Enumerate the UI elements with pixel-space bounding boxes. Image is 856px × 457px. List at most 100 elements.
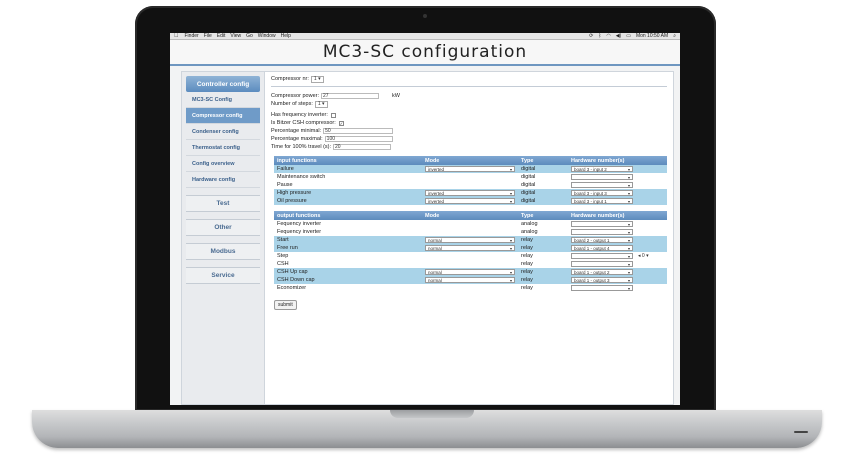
output-hardware-select[interactable]: board 1 - output 2 ▾ <box>571 269 633 275</box>
sidebar-button-test[interactable]: Test <box>186 195 260 212</box>
sleep-indicator <box>794 431 808 433</box>
compressor-nr-label: Compressor nr: <box>271 76 309 82</box>
output-header-type: Type <box>518 211 568 220</box>
clock[interactable]: Mon 10:50 AM <box>636 33 668 39</box>
sidebar-item-config-overview[interactable]: Config overview <box>186 156 260 172</box>
output-mode-cell <box>422 228 518 236</box>
output-mode-select[interactable]: normal ▾ <box>425 277 515 283</box>
output-hardware-select-value: board 2 - output 1 <box>574 237 610 243</box>
freq-inverter-checkbox[interactable] <box>330 112 336 118</box>
chevron-down-icon: ▾ <box>509 277 512 283</box>
compressor-nr-select[interactable]: 1 ▾ <box>310 75 324 83</box>
output-function-name: Free run <box>274 244 422 252</box>
output-hardware-select[interactable]: ▾ <box>571 253 633 259</box>
steps-label: Number of steps: <box>271 101 313 107</box>
output-type: relay <box>518 276 568 284</box>
chevron-down-icon: ▾ <box>627 261 630 267</box>
output-type: relay <box>518 244 568 252</box>
sidebar-item-condenser-config[interactable]: Condenser config <box>186 124 260 140</box>
bitzer-checkbox[interactable]: ✓ <box>338 120 344 126</box>
laptop-scene:  Finder File Edit View Go Window Help ⟳… <box>0 0 856 457</box>
bluetooth-icon[interactable]: ᛒ <box>598 33 601 39</box>
compressor-nr-row: Compressor nr: 1 ▾ <box>271 75 667 83</box>
input-mode-select[interactable]: inverted ▾ <box>425 166 515 172</box>
input-hardware-select[interactable]: board 3 - input 3 ▾ <box>571 190 633 196</box>
output-hardware-select[interactable]: ▾ <box>571 229 633 235</box>
input-mode-select[interactable]: inverted ▾ <box>425 198 515 204</box>
sidebar-button-other[interactable]: Other <box>186 219 260 236</box>
wifi-icon[interactable]: ◠ <box>606 33 610 39</box>
input-row: Pause digital ▾ <box>274 181 667 189</box>
input-mode-select-value: inverted <box>428 166 445 172</box>
chevron-down-icon: ▾ <box>509 245 512 251</box>
apple-icon[interactable]:  <box>174 33 179 39</box>
pct-min-input[interactable]: 50 <box>323 128 394 134</box>
menu-go[interactable]: Go <box>246 33 253 39</box>
menubar-status: ⟳ ᛒ ◠ ◀) ▭ Mon 10:50 AM ⌕ <box>589 33 676 39</box>
sidebar-header-controller-config[interactable]: Controller config <box>186 76 260 92</box>
output-mode-select[interactable]: normal ▾ <box>425 245 515 251</box>
laptop-lid:  Finder File Edit View Go Window Help ⟳… <box>135 6 716 411</box>
chevron-down-icon: ▾ <box>627 221 630 227</box>
output-mode-select[interactable]: normal ▾ <box>425 269 515 275</box>
input-hardware-cell: board 3 - input 1 ▾ <box>568 197 667 205</box>
steps-select[interactable]: 1 ▾ <box>314 100 328 108</box>
sidebar-item-compressor-config[interactable]: Compressor config <box>186 108 260 124</box>
menu-finder[interactable]: Finder <box>185 33 199 39</box>
output-hardware-select[interactable]: board 1 - output 3 ▾ <box>571 277 633 283</box>
output-mode-select[interactable]: normal ▾ <box>425 237 515 243</box>
input-functions-table: input functions Mode Type Hardware numbe… <box>274 156 667 205</box>
input-hardware-select[interactable]: board 3 - input 1 ▾ <box>571 198 633 204</box>
output-mode-select-value: normal <box>428 277 442 283</box>
output-hardware-cell: ▾ <box>568 260 667 268</box>
input-function-name: Failure <box>274 165 422 173</box>
output-mode-cell: normal ▾ <box>422 268 518 276</box>
output-hardware-select[interactable]: board 1 - output 4 ▾ <box>571 245 633 251</box>
travel-input[interactable]: 20 <box>333 144 392 150</box>
steps-row: Number of steps: 1 ▾ <box>271 100 667 108</box>
output-row: Fequency inverter analog ▾ <box>274 228 667 236</box>
input-mode-select[interactable]: inverted ▾ <box>425 190 515 196</box>
output-hardware-select[interactable]: ▾ <box>571 285 633 291</box>
input-type: digital <box>518 173 568 181</box>
input-row: Failure inverted ▾ digital board 3 - input 2… <box>274 165 667 173</box>
menu-window[interactable]: Window <box>258 33 276 39</box>
sidebar-button-modbus[interactable]: Modbus <box>186 243 260 260</box>
sidebar-item-mc3-sc-config[interactable]: MC3-SC Config <box>186 92 260 108</box>
input-type: digital <box>518 181 568 189</box>
input-mode-select-value: inverted <box>428 198 445 204</box>
input-hardware-select[interactable]: board 3 - input 2 ▾ <box>571 166 633 172</box>
input-hardware-select[interactable]: ▾ <box>571 174 633 180</box>
battery-icon[interactable]: ▭ <box>626 33 631 39</box>
output-hardware-select[interactable]: board 2 - output 1 ▾ <box>571 237 633 243</box>
submit-button[interactable]: submit <box>274 300 297 310</box>
output-hardware-select[interactable]: ▾ <box>571 261 633 267</box>
menu-help[interactable]: Help <box>281 33 291 39</box>
input-row: Maintenance switch digital ▾ <box>274 173 667 181</box>
input-mode-cell: inverted ▾ <box>422 197 518 205</box>
sync-icon[interactable]: ⟳ <box>589 33 593 39</box>
menu-edit[interactable]: Edit <box>217 33 226 39</box>
menu-file[interactable]: File <box>204 33 212 39</box>
pct-max-input[interactable]: 100 <box>324 136 393 142</box>
input-hardware-select[interactable]: ▾ <box>571 182 633 188</box>
power-input[interactable]: 27 <box>321 93 379 99</box>
output-function-name: CSH Down cap <box>274 276 422 284</box>
volume-icon[interactable]: ◀) <box>616 33 622 39</box>
output-hardware-select[interactable]: ▾ <box>571 221 633 227</box>
output-function-name: Economizer <box>274 284 422 292</box>
chevron-down-icon: ▾ <box>627 198 630 204</box>
output-hardware-cell: board 1 - output 2 ▾ <box>568 268 667 276</box>
menu-view[interactable]: View <box>230 33 241 39</box>
sidebar-item-hardware-config[interactable]: Hardware config <box>186 172 260 188</box>
sidebar-item-thermostat-config[interactable]: Thermostat config <box>186 140 260 156</box>
output-function-name: Fequency inverter <box>274 220 422 228</box>
divider <box>271 86 667 87</box>
sidebar-button-service[interactable]: Service <box>186 267 260 284</box>
travel-label: Time for 100% travel (s): <box>271 144 332 150</box>
output-step-count-select[interactable]: ◂ 0 ▾ <box>638 253 649 259</box>
spotlight-icon[interactable]: ⌕ <box>673 33 676 39</box>
input-hardware-select-value: board 3 - input 3 <box>574 190 607 196</box>
pct-max-row: Percentage maximal: 100 <box>271 135 667 143</box>
output-function-name: CSH <box>274 260 422 268</box>
